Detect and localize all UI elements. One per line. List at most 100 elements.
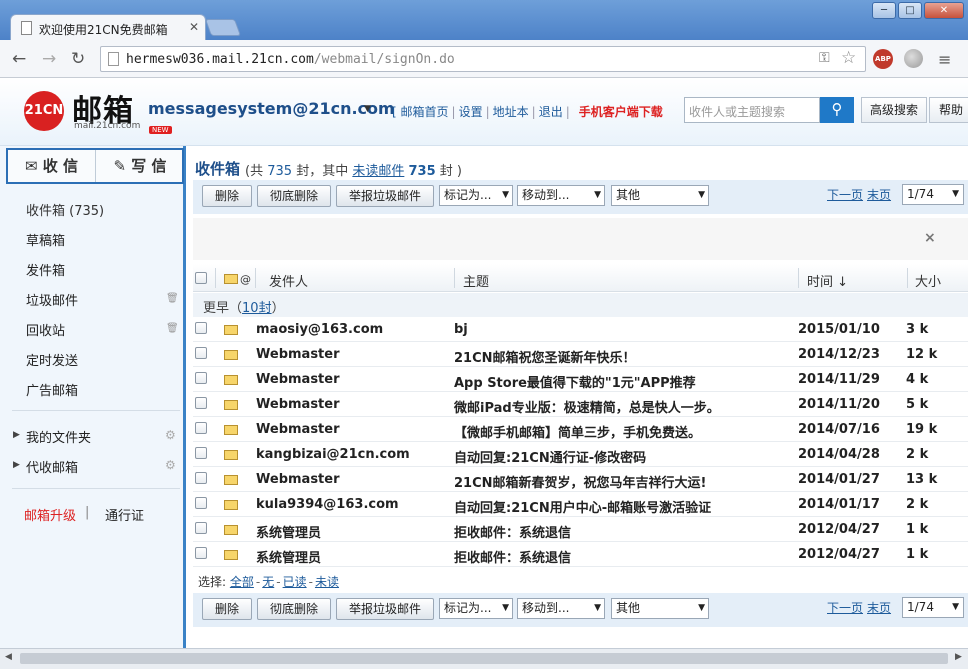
advanced-search-button[interactable]: 高级搜索: [861, 97, 927, 123]
table-row[interactable]: kula9394@163.com 自动回复:21CN用户中心-邮箱账号激活验证 20…: [193, 492, 968, 517]
column-sender[interactable]: 发件人: [269, 271, 308, 290]
receive-button[interactable]: ✉ 收 信: [8, 150, 96, 182]
row-checkbox[interactable]: [195, 522, 207, 534]
table-row[interactable]: 系统管理员 拒收邮件：系统退信 2012/04/27 1 k: [193, 517, 968, 542]
folder-scheduled[interactable]: 定时发送: [26, 350, 78, 369]
row-checkbox[interactable]: [195, 472, 207, 484]
page-select[interactable]: 1/74 ▼: [902, 597, 964, 618]
browser-tab[interactable]: 欢迎使用21CN免费邮箱 ✕: [10, 14, 206, 42]
next-page-link[interactable]: 下一页: [827, 186, 863, 203]
table-row[interactable]: 系统管理员 拒收邮件：系统退信 2012/04/27 1 k: [193, 542, 968, 567]
tab-close-icon[interactable]: ✕: [189, 20, 199, 34]
scrollbar-thumb[interactable]: [20, 653, 948, 664]
table-row[interactable]: Webmaster 21CN邮箱新春贺岁，祝您马年吉祥行大运! 2014/01/27…: [193, 467, 968, 492]
search-icon[interactable]: ⚲: [820, 97, 854, 123]
link-addressbook[interactable]: 地址本: [493, 105, 529, 119]
move-to-select[interactable]: 移动到... ▼: [517, 598, 605, 619]
row-checkbox[interactable]: [195, 422, 207, 434]
folder-drafts[interactable]: 草稿箱: [26, 230, 65, 249]
table-row[interactable]: Webmaster App Store最值得下载的"1元"APP推荐 2014/11…: [193, 367, 968, 392]
move-to-select[interactable]: 移动到... ▼: [517, 185, 605, 206]
last-page-link[interactable]: 末页: [867, 186, 891, 203]
purge-button[interactable]: 彻底删除: [257, 185, 331, 207]
folder-inbox[interactable]: 收件箱 (735): [26, 200, 104, 219]
row-checkbox[interactable]: [195, 547, 207, 559]
table-row[interactable]: Webmaster 微邮iPad专业版：极速精简，总是快人一步。 2014/11/2…: [193, 392, 968, 417]
menu-icon[interactable]: ≡: [938, 50, 951, 69]
column-time[interactable]: 时间 ↓: [807, 271, 848, 290]
other-select[interactable]: 其他 ▼: [611, 185, 709, 206]
row-checkbox[interactable]: [195, 372, 207, 384]
folder-spam[interactable]: 垃圾邮件: [26, 290, 78, 309]
trash-icon[interactable]: 🗑: [166, 293, 179, 304]
help-button[interactable]: 帮助: [929, 97, 968, 123]
expand-arrow-icon[interactable]: ▶: [13, 460, 20, 470]
row-checkbox[interactable]: [195, 322, 207, 334]
folder-recycle[interactable]: 回收站: [26, 320, 65, 339]
scroll-left-arrow-icon[interactable]: ◀: [5, 652, 12, 662]
select-all-checkbox[interactable]: [195, 272, 207, 284]
proxy-mail[interactable]: 代收邮箱: [26, 457, 78, 476]
folder-ads[interactable]: 广告邮箱: [26, 380, 78, 399]
new-tab-button[interactable]: [204, 19, 242, 36]
passport-link[interactable]: 通行证: [105, 505, 144, 524]
next-page-link[interactable]: 下一页: [827, 599, 863, 616]
upgrade-link[interactable]: 邮箱升级: [24, 505, 76, 524]
address-bar[interactable]: hermesw036.mail.21cn.com/webmail/signOn.…: [100, 46, 866, 72]
report-spam-button[interactable]: 举报垃圾邮件: [336, 598, 434, 620]
globe-icon[interactable]: [904, 49, 923, 68]
select-none-link[interactable]: 无: [262, 575, 274, 589]
column-subject[interactable]: 主题: [463, 271, 489, 290]
close-icon[interactable]: ×: [924, 230, 936, 246]
reload-icon[interactable]: ↻: [71, 49, 85, 69]
group-count-link[interactable]: 10封: [242, 301, 272, 316]
minimize-button[interactable]: ─: [872, 2, 896, 19]
adblock-icon[interactable]: ABP: [873, 49, 893, 69]
page-select[interactable]: 1/74 ▼: [902, 184, 964, 205]
table-row[interactable]: Webmaster 21CN邮箱祝您圣诞新年快乐！ 2014/12/23 12 k: [193, 342, 968, 367]
purge-button[interactable]: 彻底删除: [257, 598, 331, 620]
folder-sent[interactable]: 发件箱: [26, 260, 65, 279]
select-unread-link[interactable]: 未读: [315, 575, 339, 589]
last-page-link[interactable]: 末页: [867, 599, 891, 616]
link-mail-home[interactable]: 邮箱首页: [401, 105, 449, 119]
close-window-button[interactable]: ✕: [924, 2, 964, 19]
link-settings[interactable]: 设置: [459, 105, 483, 119]
unread-link[interactable]: 未读邮件: [352, 164, 404, 179]
row-checkbox[interactable]: [195, 447, 207, 459]
bookmark-star-icon[interactable]: ☆: [841, 48, 856, 68]
attachment-column[interactable]: @: [240, 273, 251, 286]
horizontal-scrollbar[interactable]: ◀ ▶: [0, 648, 968, 669]
select-read-link[interactable]: 已读: [283, 575, 307, 589]
row-checkbox[interactable]: [195, 397, 207, 409]
search-input[interactable]: 收件人或主题搜索: [684, 97, 820, 123]
other-select[interactable]: 其他 ▼: [611, 598, 709, 619]
my-folders[interactable]: 我的文件夹: [26, 427, 91, 446]
delete-button[interactable]: 删除: [202, 598, 252, 620]
maximize-button[interactable]: □: [898, 2, 922, 19]
key-icon[interactable]: ⚿: [819, 50, 830, 66]
delete-button[interactable]: 删除: [202, 185, 252, 207]
row-checkbox[interactable]: [195, 497, 207, 509]
link-logout[interactable]: 退出: [539, 105, 563, 119]
back-arrow-icon[interactable]: ←: [12, 49, 26, 69]
link-mobile-client[interactable]: 手机客户端下载: [579, 105, 663, 119]
mark-as-select[interactable]: 标记为... ▼: [439, 185, 513, 206]
chevron-down-icon[interactable]: ▼: [364, 104, 371, 114]
gear-icon[interactable]: ⚙: [165, 428, 176, 442]
account-name[interactable]: messagesystem@21cn.com: [148, 99, 395, 118]
mark-as-select[interactable]: 标记为... ▼: [439, 598, 513, 619]
scroll-right-arrow-icon[interactable]: ▶: [955, 652, 962, 662]
report-spam-button[interactable]: 举报垃圾邮件: [336, 185, 434, 207]
table-row[interactable]: maosiy@163.com bj 2015/01/10 3 k: [193, 317, 968, 342]
table-row[interactable]: Webmaster 【微邮手机邮箱】简单三步，手机免费送。 2014/07/16 19…: [193, 417, 968, 442]
column-size[interactable]: 大小: [915, 271, 941, 290]
gear-icon[interactable]: ⚙: [165, 458, 176, 472]
table-row[interactable]: kangbizai@21cn.com 自动回复:21CN通行证-修改密码 2014/…: [193, 442, 968, 467]
forward-arrow-icon[interactable]: →: [42, 49, 56, 69]
expand-arrow-icon[interactable]: ▶: [13, 430, 20, 440]
row-checkbox[interactable]: [195, 347, 207, 359]
trash-icon[interactable]: 🗑: [166, 323, 179, 334]
compose-button[interactable]: ✎ 写 信: [96, 150, 184, 182]
select-all-link[interactable]: 全部: [230, 575, 254, 589]
